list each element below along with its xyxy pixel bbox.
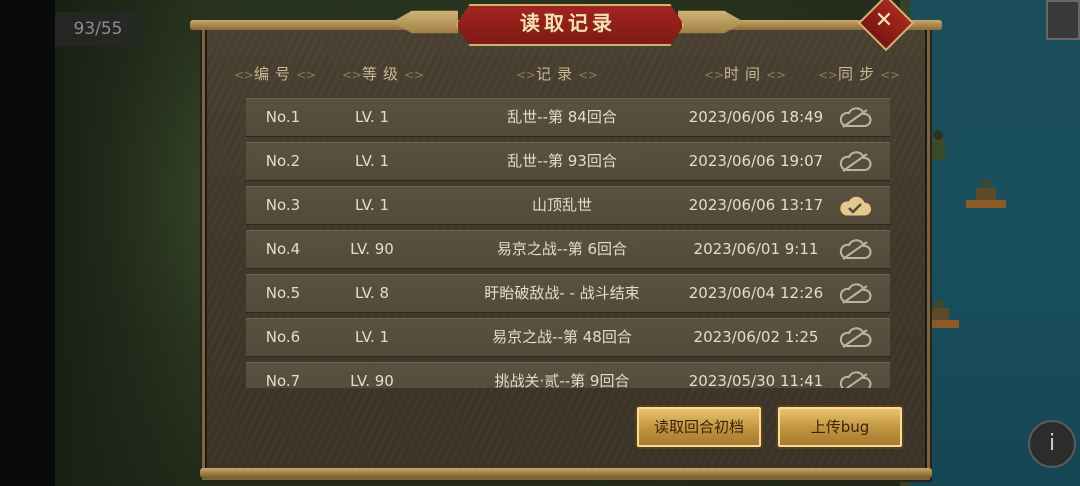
record-level: LV. 1 bbox=[354, 196, 390, 214]
record-name: 乱世--第 84回合 bbox=[507, 108, 617, 126]
record-time: 2023/06/02 1:25 bbox=[693, 328, 819, 346]
record-number: No.7 bbox=[265, 372, 301, 388]
record-number: No.2 bbox=[265, 152, 301, 170]
record-row-7[interactable]: No.7 LV. 90 挑战关·贰--第 9回合 2023/05/30 11:4… bbox=[246, 362, 890, 388]
header-time: <>时间<> bbox=[703, 65, 787, 83]
dialog-bottom-rail bbox=[200, 468, 932, 478]
record-number: No.5 bbox=[265, 284, 301, 302]
record-time: 2023/06/04 12:26 bbox=[688, 284, 824, 302]
cloud-unsynced-icon[interactable] bbox=[838, 371, 872, 388]
record-name: 易京之战--第 6回合 bbox=[496, 240, 628, 258]
record-level: LV. 1 bbox=[354, 108, 390, 126]
record-level: LV. 90 bbox=[350, 240, 394, 258]
close-icon[interactable]: ✕ bbox=[866, 3, 902, 39]
cloud-unsynced-icon[interactable] bbox=[838, 151, 872, 173]
record-level: LV. 8 bbox=[354, 284, 390, 302]
cloud-unsynced-icon[interactable] bbox=[838, 327, 872, 349]
record-level: LV. 90 bbox=[350, 372, 394, 388]
header-sync: <>同步<> bbox=[817, 65, 901, 83]
header-record-label: 记录 bbox=[535, 65, 578, 83]
record-row-3[interactable]: No.3 LV. 1 山顶乱世 2023/06/06 13:17 bbox=[246, 186, 890, 225]
page-counter: 93/55 bbox=[55, 12, 141, 46]
cloud-synced-icon[interactable] bbox=[838, 195, 872, 217]
record-name: 易京之战--第 48回合 bbox=[492, 328, 632, 346]
dialog-title: 读取记录 bbox=[520, 11, 616, 35]
record-name: 乱世--第 93回合 bbox=[507, 152, 617, 170]
record-row-6[interactable]: No.6 LV. 1 易京之战--第 48回合 2023/06/02 1:25 bbox=[246, 318, 890, 357]
side-action-button[interactable]: i bbox=[1028, 420, 1076, 468]
record-name: 挑战关·贰--第 9回合 bbox=[494, 372, 630, 388]
warship-icon bbox=[966, 179, 1006, 208]
cloud-unsynced-icon[interactable] bbox=[838, 107, 872, 129]
upload-bug-button[interactable]: 上传bug bbox=[778, 407, 902, 447]
map-water bbox=[910, 0, 1080, 486]
record-number: No.4 bbox=[265, 240, 301, 258]
records-list[interactable]: No.1 LV. 1 乱世--第 84回合 2023/06/06 18:49 N… bbox=[246, 98, 892, 388]
record-number: No.1 bbox=[265, 108, 301, 126]
load-turn-start-button[interactable]: 读取回合初档 bbox=[637, 407, 761, 447]
record-number: No.3 bbox=[265, 196, 301, 214]
header-number: <>编号<> bbox=[233, 65, 317, 83]
record-level: LV. 1 bbox=[354, 328, 390, 346]
header-level: <>等级<> bbox=[341, 65, 425, 83]
header-sync-label: 同步 bbox=[837, 65, 880, 83]
record-time: 2023/06/06 18:49 bbox=[688, 108, 824, 126]
header-level-label: 等级 bbox=[361, 65, 404, 83]
header-number-label: 编号 bbox=[253, 65, 296, 83]
record-time: 2023/06/01 9:11 bbox=[693, 240, 819, 258]
record-time: 2023/06/06 19:07 bbox=[688, 152, 824, 170]
record-name: 盱眙破敌战- - 战斗结束 bbox=[484, 284, 640, 302]
cloud-unsynced-icon[interactable] bbox=[838, 283, 872, 305]
record-name: 山顶乱世 bbox=[531, 196, 592, 214]
header-time-label: 时间 bbox=[723, 65, 766, 83]
cloud-unsynced-icon[interactable] bbox=[838, 239, 872, 261]
record-row-1[interactable]: No.1 LV. 1 乱世--第 84回合 2023/06/06 18:49 bbox=[246, 98, 890, 137]
header-record: <>记录<> bbox=[515, 65, 599, 83]
record-row-2[interactable]: No.2 LV. 1 乱世--第 93回合 2023/06/06 19:07 bbox=[246, 142, 890, 181]
record-row-4[interactable]: No.4 LV. 90 易京之战--第 6回合 2023/06/01 9:11 bbox=[246, 230, 890, 269]
map-shadow bbox=[55, 0, 205, 486]
record-number: No.6 bbox=[265, 328, 301, 346]
game-screen: 93/55 i 读取记录 ✕ <>编号<> <>等级<> <>记录<> <>时间… bbox=[0, 0, 1080, 486]
corner-menu-button[interactable] bbox=[1046, 0, 1080, 40]
record-row-5[interactable]: No.5 LV. 8 盱眙破敌战- - 战斗结束 2023/06/04 12:2… bbox=[246, 274, 890, 313]
record-level: LV. 1 bbox=[354, 152, 390, 170]
record-time: 2023/05/30 11:41 bbox=[688, 372, 824, 388]
record-time: 2023/06/06 13:17 bbox=[688, 196, 824, 214]
